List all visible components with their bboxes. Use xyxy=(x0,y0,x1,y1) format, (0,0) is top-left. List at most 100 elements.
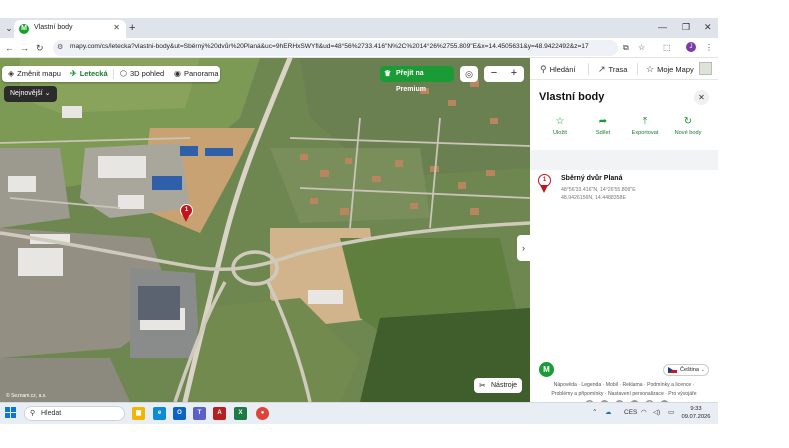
panorama-label: Panorama xyxy=(183,69,219,78)
clock[interactable]: 9:33 09.07.2026 xyxy=(681,405,711,421)
chevron-down-icon: ⌄ xyxy=(44,90,51,97)
windows-start-icon[interactable] xyxy=(5,407,17,419)
panel-divider xyxy=(530,150,718,170)
change-map-button[interactable]: ◈ Změnit mapu xyxy=(8,66,61,82)
zoom-out-button[interactable]: − xyxy=(484,66,504,81)
plane-icon: ✈ xyxy=(70,69,77,78)
taskbar-search-placeholder: Hledat xyxy=(41,410,62,417)
maximize-icon[interactable]: ❐ xyxy=(682,21,690,33)
onedrive-icon[interactable]: ☁ xyxy=(605,408,612,418)
profile-avatar[interactable]: J xyxy=(686,42,696,52)
sort-label: Nejnovější xyxy=(10,90,43,97)
map-pin-tail xyxy=(182,214,190,222)
footer-links-1[interactable]: Nápověda · Legenda · Mobil · Reklama · P… xyxy=(530,382,718,388)
new-points-button[interactable]: ↻ Nové body xyxy=(668,116,708,136)
panel-title: Vlastní body xyxy=(539,91,605,103)
browser-window: ⌄ M Vlastní body ✕ + — ❐ ✕ ← → ↻ ⚙ mapy.… xyxy=(0,18,718,409)
new-tab-icon[interactable]: + xyxy=(129,21,135,35)
tools-label: Nástroje xyxy=(491,382,518,389)
battery-icon[interactable]: ▭ xyxy=(668,408,674,418)
tray-chevron-icon[interactable]: ⌃ xyxy=(592,408,597,418)
browser-toolbar: ← → ↻ ⚙ mapy.com/cs/letecka?vlastni-body… xyxy=(0,38,718,58)
premium-button[interactable]: ♛ Přejít na Premium xyxy=(380,66,454,93)
nav-route[interactable]: ↗ Trasa xyxy=(598,58,627,80)
tab-bar: ⌄ M Vlastní body ✕ + — ❐ ✕ xyxy=(0,18,718,38)
taskbar-search-input[interactable]: ⚲ Hledat xyxy=(24,406,125,421)
panorama-button[interactable]: ◉ Panorama xyxy=(174,66,219,82)
file-explorer-icon[interactable]: ▆ xyxy=(132,407,145,420)
nav-my-maps[interactable]: ☆ Moje Mapy xyxy=(646,58,694,80)
search-icon: ⚲ xyxy=(540,64,547,74)
export-icon: ⤒ xyxy=(642,116,648,127)
outlook-icon[interactable]: O xyxy=(173,407,186,420)
share-label: Sdílet xyxy=(595,130,611,136)
layers-icon: ◈ xyxy=(8,69,15,78)
zoom-control: − + xyxy=(484,66,524,82)
divider xyxy=(113,69,114,79)
satellite-map[interactable]: © Seznam.cz, a.s. ◈ Změnit mapu ✈ Letecká … xyxy=(0,58,530,402)
volume-icon[interactable]: ◁) xyxy=(653,408,660,418)
divider xyxy=(637,63,638,75)
mapy-logo-icon: M xyxy=(539,362,554,377)
view-3d-button[interactable]: ⬡ 3D pohled xyxy=(120,66,164,82)
back-icon[interactable]: ← xyxy=(5,41,14,55)
view-3d-label: 3D pohled xyxy=(129,69,165,78)
chevron-down-icon: ⌄ xyxy=(700,367,705,373)
czech-flag-icon xyxy=(668,367,677,373)
map-thumbnail[interactable] xyxy=(699,62,712,75)
aerial-label: Letecká xyxy=(79,69,108,78)
language-select[interactable]: Čeština ⌄ xyxy=(663,364,709,376)
site-info-icon[interactable]: ⚙ xyxy=(57,43,63,51)
save-button[interactable]: ☆ Uložit xyxy=(540,116,580,136)
divider xyxy=(588,63,589,75)
chrome-icon[interactable]: ● xyxy=(256,407,269,420)
share-button[interactable]: ➦ Sdílet xyxy=(583,116,623,136)
address-bar[interactable]: ⚙ mapy.com/cs/letecka?vlastni-body&ut=Sb… xyxy=(53,40,618,56)
place-name: Sběrný dvůr Planá xyxy=(561,175,623,182)
wifi-icon[interactable]: ◠ xyxy=(641,408,647,418)
forward-icon[interactable]: → xyxy=(20,41,29,55)
aerial-button[interactable]: ✈ Letecká xyxy=(70,66,108,82)
place-coordinates-dms: 48°56'33.416"N, 14°26'55.809"E xyxy=(561,187,636,193)
bookmark-star-icon[interactable]: ☆ xyxy=(638,42,645,54)
refresh-icon: ↻ xyxy=(683,116,693,127)
clock-time: 9:33 xyxy=(690,406,702,412)
star-icon: ☆ xyxy=(646,64,655,74)
my-location-icon[interactable]: ◎ xyxy=(460,66,478,82)
nav-search-label: Hledání xyxy=(549,65,576,74)
premium-label: Přejít na Premium xyxy=(396,70,426,93)
tools-button[interactable]: ✂ Nástroje xyxy=(474,378,522,393)
close-icon[interactable]: ✕ xyxy=(694,90,709,105)
collapse-panel-button[interactable]: › xyxy=(517,235,530,261)
minimize-icon[interactable]: — xyxy=(658,21,667,33)
export-label: Exportovat xyxy=(631,130,659,136)
edge-icon[interactable]: e xyxy=(153,407,166,420)
export-button[interactable]: ⤒ Exportovat xyxy=(625,116,665,136)
cube-icon: ⬡ xyxy=(120,69,127,78)
acrobat-icon[interactable]: A xyxy=(213,407,226,420)
language-label: Čeština xyxy=(680,367,699,373)
footer-links-2[interactable]: Problémy a připomínky · Nastavení person… xyxy=(530,391,718,397)
language-indicator[interactable]: CES xyxy=(624,408,637,418)
svg-text:© Seznam.cz, a.s.: © Seznam.cz, a.s. xyxy=(6,392,47,399)
browser-menu-icon[interactable]: ⋮ xyxy=(705,42,713,54)
extensions-icon[interactable]: ⬚ xyxy=(663,42,671,54)
share-icon: ➦ xyxy=(598,116,608,127)
sort-dropdown[interactable]: Nejnovější ⌄ xyxy=(4,86,57,102)
crown-icon: ♛ xyxy=(384,69,392,78)
save-label: Uložit xyxy=(553,130,567,136)
tab-vlastni-body[interactable]: M Vlastní body ✕ xyxy=(14,20,126,38)
tab-close-icon[interactable]: ✕ xyxy=(113,23,120,32)
window-close-icon[interactable]: ✕ xyxy=(704,21,712,33)
mapy-favicon-icon: M xyxy=(19,24,29,34)
nav-search[interactable]: ⚲ Hledání xyxy=(540,58,575,80)
route-icon: ↗ xyxy=(598,64,606,74)
map-type-toolbar: ◈ Změnit mapu ✈ Letecká ⬡ 3D pohled ◉ Panora… xyxy=(2,66,220,82)
install-app-icon[interactable]: ⧉ xyxy=(623,42,629,54)
reload-icon[interactable]: ↻ xyxy=(36,41,44,55)
excel-icon[interactable]: X xyxy=(234,407,247,420)
place-coordinates-decimal: 48.9426156N, 14.4488358E xyxy=(561,195,626,201)
list-item[interactable]: 1 Sběrný dvůr Planá 48°56'33.416"N, 14°2… xyxy=(530,170,718,208)
zoom-in-button[interactable]: + xyxy=(504,66,524,81)
teams-icon[interactable]: T xyxy=(193,407,206,420)
